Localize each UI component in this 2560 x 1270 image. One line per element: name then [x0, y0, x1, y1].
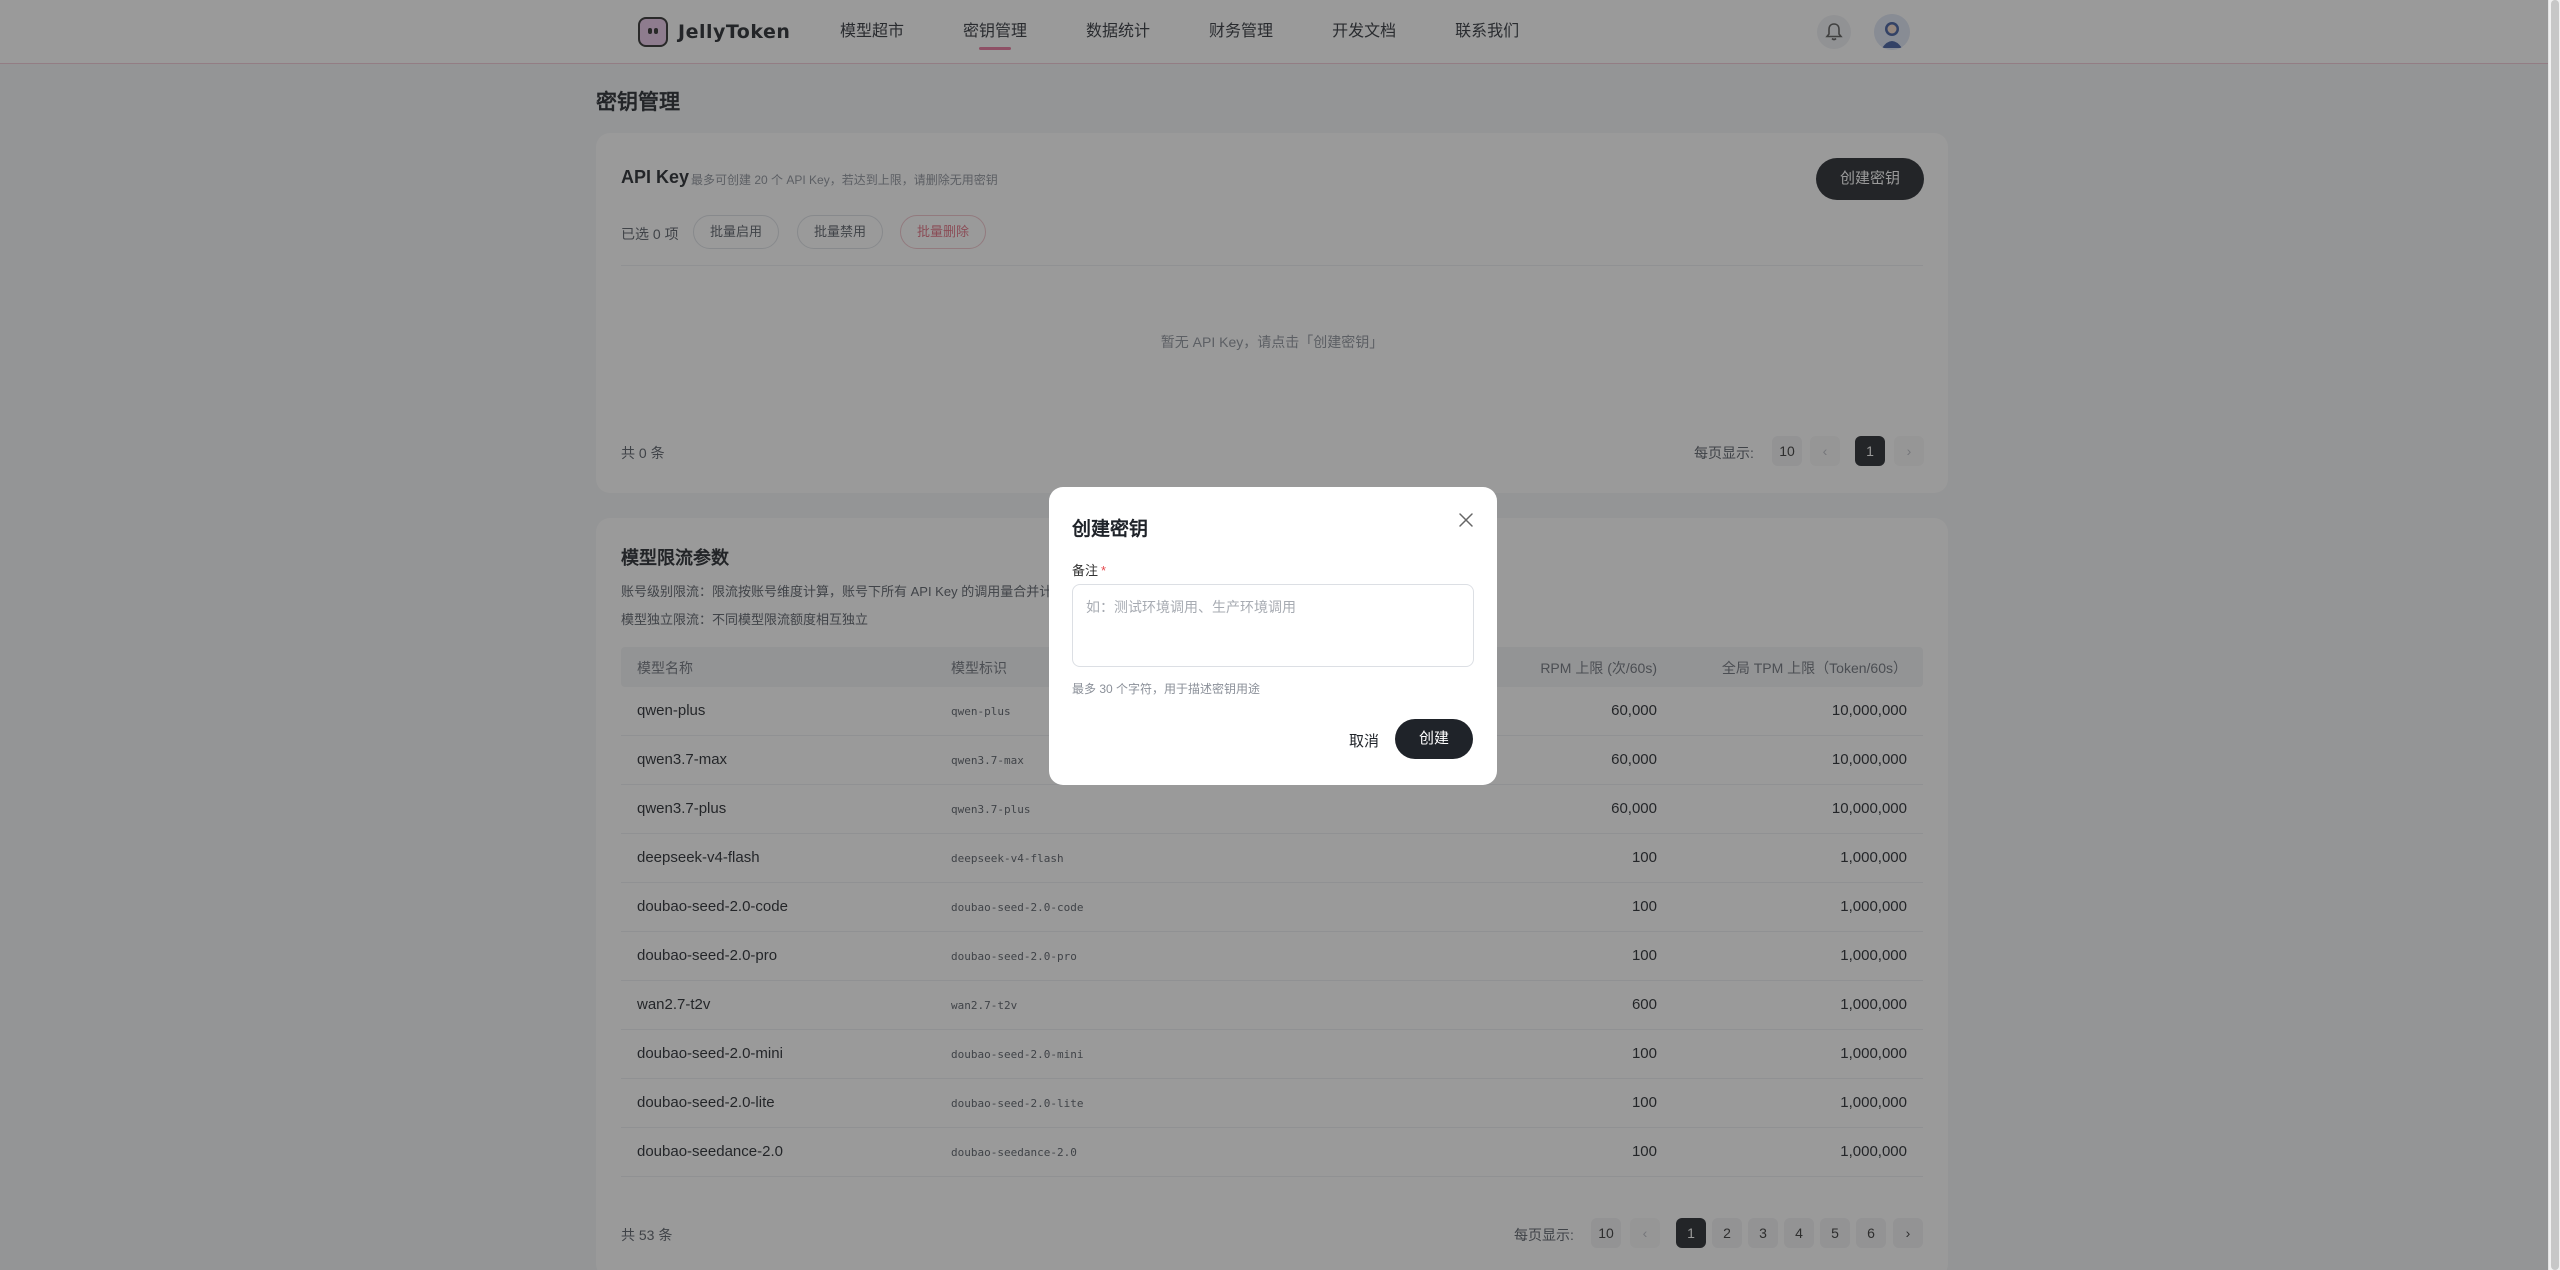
- create-key-dialog: 创建密钥 备注* 最多 30 个字符，用于描述密钥用途 取消 创建: [1049, 487, 1497, 785]
- page-scrollbar[interactable]: [2548, 0, 2560, 1270]
- cancel-button[interactable]: 取消: [1349, 730, 1379, 751]
- required-mark: *: [1101, 563, 1107, 578]
- close-icon[interactable]: [1457, 511, 1475, 529]
- scrollbar-thumb[interactable]: [2551, 0, 2559, 1270]
- remark-input[interactable]: [1072, 584, 1474, 667]
- remark-label-text: 备注: [1072, 563, 1099, 578]
- remark-hint: 最多 30 个字符，用于描述密钥用途: [1072, 682, 1261, 696]
- remark-label: 备注 *: [1072, 560, 1106, 579]
- dialog-title: 创建密钥: [1072, 519, 1149, 540]
- confirm-create-button[interactable]: 创建: [1395, 719, 1473, 759]
